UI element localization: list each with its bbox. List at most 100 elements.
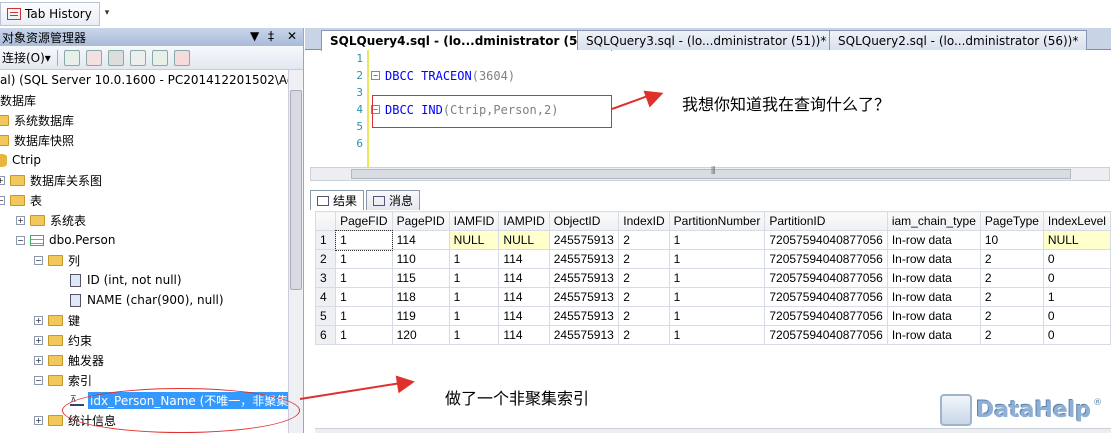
expand-icon[interactable]: + [0,175,5,185]
table-cell[interactable]: In-row data [886,268,981,288]
tab-sqlquery3[interactable]: SQLQuery3.sql - (lo...dministrator (51))… [577,30,836,50]
table-cell[interactable]: 2 [979,325,1044,345]
results-horizontal-scrollbar[interactable] [315,428,1111,433]
column-header[interactable]: IndexLevel [1042,211,1111,231]
table-cell[interactable]: 2 [979,268,1044,288]
table-cell[interactable]: 1 [448,249,500,269]
close-icon[interactable]: ✕ [287,29,297,43]
table-cell[interactable]: NULL [1042,230,1111,250]
expand-icon[interactable]: + [34,355,43,365]
expand-icon[interactable]: + [34,415,43,425]
table-row[interactable]: 3 1 115 1 114 245575913 2 1 72057594040877056 In-… [315,268,1111,288]
table-cell[interactable]: 1 [668,249,766,269]
column-header[interactable]: PartitionID [764,211,888,231]
tab-messages[interactable]: 消息 [366,190,421,210]
tree-scrollbar-thumb[interactable] [290,90,302,290]
column-header[interactable]: PagePID [391,211,450,231]
table-cell[interactable]: 245575913 [548,325,620,345]
table-cell[interactable]: 0 [1042,249,1111,269]
connect-icon[interactable] [63,49,80,66]
table-cell[interactable]: 115 [391,268,450,288]
table-cell[interactable]: 1 [668,287,766,307]
table-cell[interactable]: 1 [335,306,393,326]
tree-scrollbar[interactable] [288,70,303,433]
table-cell[interactable]: 72057594040877056 [764,249,888,269]
tree-node-columns[interactable]: − 列 [34,250,80,270]
table-cell[interactable]: 1 [668,306,766,326]
tree-node-system-databases[interactable]: 系统数据库 [0,110,74,130]
expand-icon[interactable]: + [34,315,43,325]
table-cell[interactable]: 1 [668,325,766,345]
table-cell[interactable]: In-row data [886,287,981,307]
table-cell[interactable]: 2 [618,268,670,288]
column-header[interactable]: PartitionNumber [668,211,766,231]
table-cell[interactable]: 245575913 [548,306,620,326]
summary-icon[interactable] [173,49,190,66]
collapse-icon[interactable]: − [34,255,43,265]
table-cell[interactable]: 245575913 [548,230,620,250]
table-cell[interactable]: 10 [979,230,1044,250]
panel-dropdown-icon[interactable]: ▼ [250,29,259,43]
table-cell[interactable]: 72057594040877056 [764,325,888,345]
tree-node-database-snapshots[interactable]: 数据库快照 [0,130,74,150]
tab-sqlquery2[interactable]: SQLQuery2.sql - (lo...dministrator (56))… [829,30,1088,50]
table-cell[interactable]: 2 [979,249,1044,269]
table-cell[interactable]: In-row data [886,306,981,326]
table-cell[interactable]: 1 [335,287,393,307]
table-cell[interactable]: 2 [618,230,670,250]
table-cell[interactable]: 1 [335,325,393,345]
table-cell[interactable]: 114 [498,249,550,269]
column-header[interactable]: PageFID [335,211,393,231]
table-cell[interactable]: 114 [391,230,450,250]
tab-history-dropdown-icon[interactable]: ▾ [101,8,113,26]
table-cell[interactable]: 114 [498,268,550,288]
refresh-icon[interactable] [151,49,168,66]
table-cell[interactable]: 110 [391,249,450,269]
column-header[interactable]: IAMPID [498,211,550,231]
column-header[interactable]: PageType [979,211,1044,231]
table-cell[interactable]: 72057594040877056 [764,268,888,288]
table-cell[interactable]: 1 [448,287,500,307]
table-cell[interactable]: 118 [391,287,450,307]
table-cell[interactable]: 1 [448,325,500,345]
table-cell[interactable]: 0 [1042,268,1111,288]
table-cell[interactable]: In-row data [886,325,981,345]
column-header[interactable]: iam_chain_type [886,211,981,231]
outline-collapse-icon[interactable]: − [371,71,380,80]
table-cell[interactable]: In-row data [886,230,981,250]
collapse-icon[interactable]: − [34,375,43,385]
disconnect-icon[interactable] [85,49,102,66]
table-row[interactable]: 1 1 114 NULL NULL 245575913 2 1 7205759404087705… [315,229,1111,251]
filter-icon[interactable] [129,49,146,66]
table-cell[interactable]: 245575913 [548,287,620,307]
tree-node-indexes[interactable]: − 索引 [34,370,92,390]
tab-history-button[interactable]: Tab History [0,2,100,26]
table-row[interactable]: 4 1 118 1 114 245575913 2 1 72057594040877056 In-… [315,287,1111,307]
table-cell[interactable]: 1 [334,229,394,251]
collapse-icon[interactable]: − [0,195,5,205]
table-cell[interactable]: 1 [448,268,500,288]
collapse-icon[interactable]: − [16,235,25,245]
tree-node-column-id[interactable]: ID (int, not null) [70,270,182,290]
tab-results[interactable]: 结果 [310,190,365,210]
table-cell[interactable]: 120 [391,325,450,345]
table-cell[interactable]: 2 [979,287,1044,307]
table-cell[interactable]: 2 [618,249,670,269]
table-cell[interactable]: 1 [335,268,393,288]
tree-node-system-tables[interactable]: + 系统表 [16,210,86,230]
table-row[interactable]: 6 1 120 1 114 245575913 2 1 72057594040877056 In-… [315,325,1111,345]
column-header[interactable]: IndexID [618,211,670,231]
table-cell[interactable]: 0 [1042,306,1111,326]
table-cell[interactable]: 245575913 [548,249,620,269]
table-cell[interactable]: 2 [618,306,670,326]
table-cell[interactable]: 1 [668,268,766,288]
tree-node-dbo-person[interactable]: − dbo.Person [16,230,116,250]
expand-icon[interactable]: + [16,215,25,225]
table-cell[interactable]: 1 [668,230,766,250]
table-cell[interactable]: 1 [1042,287,1111,307]
tree-node-server[interactable]: al) (SQL Server 10.0.1600 - PC2014122015… [0,70,288,90]
column-header[interactable]: IAMFID [448,211,500,231]
tree-node-constraints[interactable]: + 约束 [34,330,92,350]
editor-horizontal-scrollbar[interactable]: ⦀ [310,166,1110,181]
table-cell[interactable]: In-row data [886,249,981,269]
